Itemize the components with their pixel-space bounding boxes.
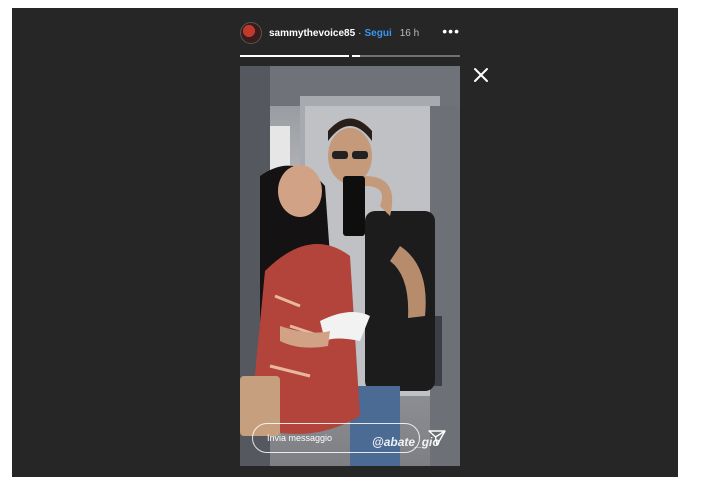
send-direct-icon[interactable]	[428, 430, 446, 446]
separator-dot: ·	[358, 27, 362, 39]
more-options-icon[interactable]: •••	[442, 24, 460, 38]
story-photo-illustration	[240, 66, 460, 466]
story-progress	[240, 55, 460, 57]
follow-button[interactable]: Segui	[365, 28, 392, 39]
close-icon[interactable]	[473, 67, 489, 83]
story-timestamp: 16 h	[399, 27, 420, 39]
progress-segment	[351, 55, 460, 57]
story-header: sammythevoice85 · Segui 16 h •••	[240, 20, 460, 46]
progress-segment	[240, 55, 349, 57]
story-photo[interactable]: Invia messaggio @abate_gio	[240, 66, 460, 466]
avatar[interactable]	[240, 22, 262, 44]
username-link[interactable]: sammythevoice85	[269, 28, 355, 39]
